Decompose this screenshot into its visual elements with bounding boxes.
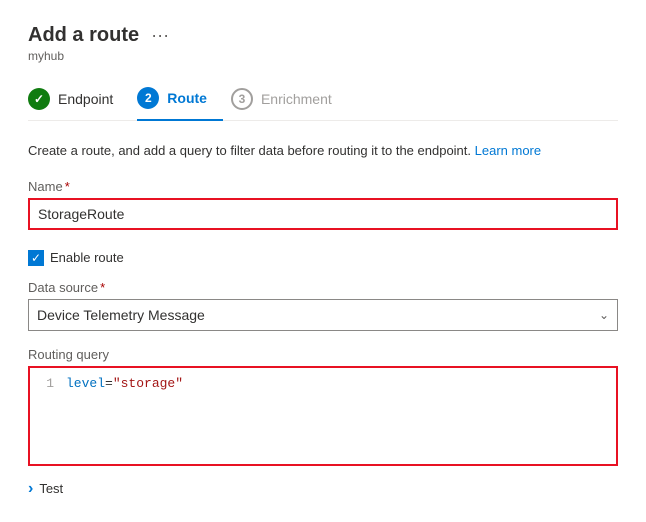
step-endpoint-circle: ✓ bbox=[28, 88, 50, 110]
routing-query-editor[interactable]: 1 level="storage" bbox=[28, 366, 618, 466]
code-attr-value: "storage" bbox=[113, 376, 183, 391]
name-input[interactable] bbox=[28, 198, 618, 230]
name-label: Name* bbox=[28, 179, 618, 194]
more-options-icon[interactable]: ··· bbox=[151, 25, 169, 46]
datasource-dropdown-wrapper: Device Telemetry Message ⌄ bbox=[28, 299, 618, 331]
steps-nav: ✓ Endpoint 2 Route 3 Enrichment bbox=[28, 79, 618, 121]
description-body: Create a route, and add a query to filte… bbox=[28, 143, 471, 158]
name-field-wrapper: Name* bbox=[28, 179, 618, 242]
test-label: Test bbox=[39, 481, 63, 496]
datasource-label: Data source* bbox=[28, 280, 618, 295]
enable-route-checkbox[interactable]: ✓ bbox=[28, 250, 44, 266]
step-enrichment[interactable]: 3 Enrichment bbox=[231, 80, 348, 120]
step-route[interactable]: 2 Route bbox=[137, 79, 223, 121]
datasource-dropdown-value: Device Telemetry Message bbox=[37, 307, 205, 323]
step-endpoint[interactable]: ✓ Endpoint bbox=[28, 80, 129, 120]
step-route-label: Route bbox=[167, 90, 207, 106]
checkbox-check-icon: ✓ bbox=[31, 252, 41, 264]
step-endpoint-label: Endpoint bbox=[58, 91, 113, 107]
step-enrichment-circle: 3 bbox=[231, 88, 253, 110]
test-chevron-icon: › bbox=[28, 480, 33, 498]
step-route-circle: 2 bbox=[137, 87, 159, 109]
enable-route-row[interactable]: ✓ Enable route bbox=[28, 250, 618, 266]
step-enrichment-label: Enrichment bbox=[261, 91, 332, 107]
chevron-down-icon: ⌄ bbox=[599, 308, 609, 322]
learn-more-link[interactable]: Learn more bbox=[475, 143, 541, 158]
enable-route-label: Enable route bbox=[50, 250, 124, 265]
subtitle: myhub bbox=[28, 49, 618, 63]
code-line-1: 1 level="storage" bbox=[30, 376, 616, 391]
line-number-1: 1 bbox=[30, 376, 66, 391]
page-header: Add a route ··· bbox=[28, 24, 618, 47]
test-row[interactable]: › Test bbox=[28, 480, 618, 498]
routing-query-label: Routing query bbox=[28, 347, 618, 362]
code-attr-name: level bbox=[66, 376, 105, 391]
line-content-1: level="storage" bbox=[66, 376, 183, 391]
description-text: Create a route, and add a query to filte… bbox=[28, 141, 618, 161]
code-equals: = bbox=[105, 376, 113, 391]
page-title: Add a route bbox=[28, 24, 139, 47]
datasource-dropdown[interactable]: Device Telemetry Message ⌄ bbox=[28, 299, 618, 331]
